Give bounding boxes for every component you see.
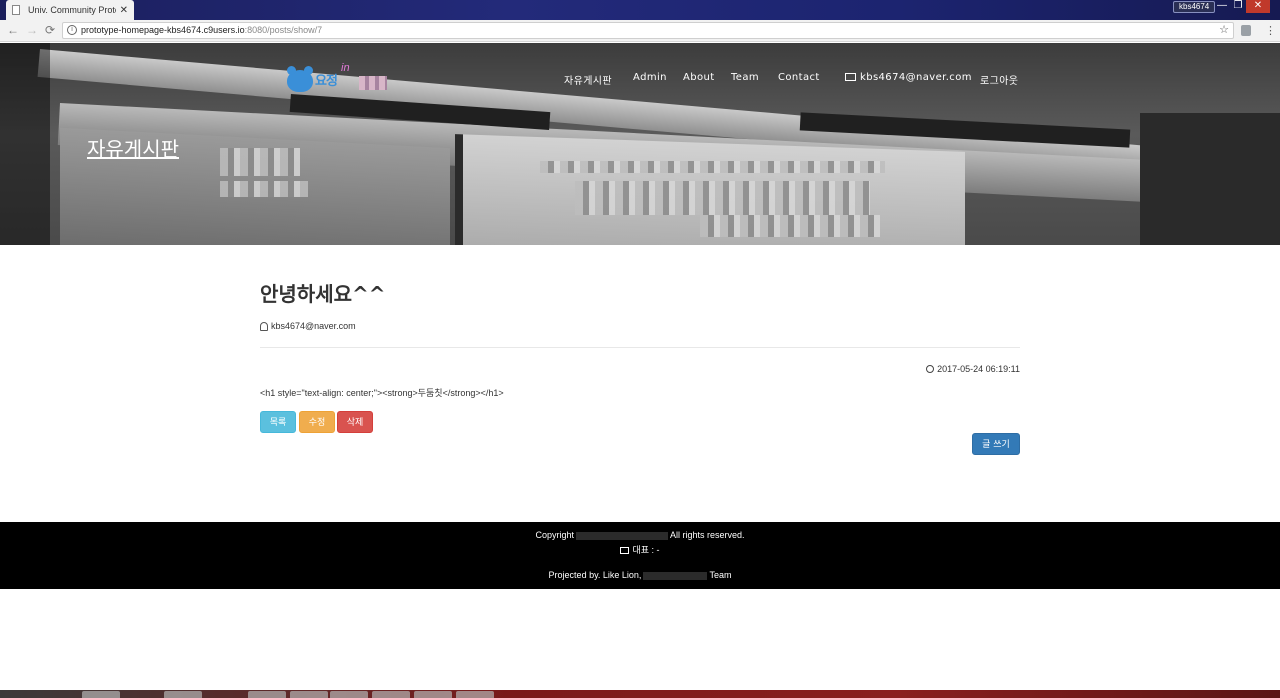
footer-projected: Projected by. Like Lion, Team — [0, 570, 1280, 580]
redacted-mosaic — [575, 181, 870, 215]
post-body: <h1 style="text-align: center;"><strong>… — [260, 388, 504, 398]
post-title: 안녕하세요^^ — [260, 282, 386, 306]
nav-item-admin[interactable]: Admin — [633, 72, 667, 83]
redacted-mosaic — [540, 161, 885, 173]
browser-menu-icon[interactable]: ⋮ — [1265, 24, 1276, 37]
representative-label: 대표 : - — [632, 545, 660, 555]
tab-title: Univ. Community Protot — [28, 5, 116, 15]
post-date: 2017-05-24 06:19:11 — [926, 364, 1020, 374]
nav-item-team[interactable]: Team — [731, 72, 759, 83]
taskbar-item[interactable] — [290, 691, 328, 698]
bear-logo-icon — [287, 66, 313, 92]
logo-scribble: in — [341, 62, 350, 74]
url-path: :8080/posts/show/7 — [244, 25, 323, 35]
divider — [260, 347, 1020, 348]
page-title[interactable]: 자유게시판 — [87, 133, 179, 162]
address-bar[interactable]: i prototype-homepage-kbs4674.c9users.io:… — [62, 22, 1234, 39]
minimize-button[interactable]: — — [1214, 0, 1230, 13]
envelope-open-icon — [620, 547, 630, 554]
nav-item-contact[interactable]: Contact — [778, 72, 820, 83]
edit-button[interactable]: 수정 — [299, 411, 335, 433]
redacted-text — [576, 531, 668, 540]
browser-toolbar: ← → ⟳ i prototype-homepage-kbs4674.c9use… — [0, 20, 1280, 42]
delete-button[interactable]: 삭제 — [337, 411, 373, 433]
taskbar-item[interactable] — [456, 691, 494, 698]
footer-representative: 대표 : - — [0, 543, 1280, 556]
post-author: kbs4674@naver.com — [260, 321, 356, 331]
taskbar-item[interactable] — [164, 691, 202, 698]
site-info-icon[interactable]: i — [67, 25, 77, 35]
footer-copyright: Copyright All rights reserved. — [0, 530, 1280, 540]
hero-background-shape — [0, 43, 50, 245]
clock-icon — [926, 365, 935, 373]
back-arrow-icon[interactable]: ← — [7, 23, 19, 37]
id-card-icon — [845, 73, 856, 81]
extension-icon[interactable] — [1241, 25, 1251, 36]
user-icon — [260, 321, 268, 331]
document-icon — [12, 5, 20, 15]
profile-badge[interactable]: kbs4674 — [1173, 1, 1216, 13]
hero-background-shape — [1140, 113, 1280, 245]
redacted-mosaic — [220, 181, 308, 197]
site-logo[interactable]: 요정 in — [287, 62, 392, 94]
window-titlebar: Univ. Community Protot ✕ kbs4674 — ❐ ✕ — [0, 0, 1280, 20]
copyright-label: Copyright — [535, 530, 574, 540]
os-taskbar — [0, 690, 1280, 698]
site-footer: Copyright All rights reserved. 대표 : - Pro… — [0, 522, 1280, 589]
nav-user-email: kbs4674@naver.com — [860, 72, 972, 83]
restore-button[interactable]: ❐ — [1230, 0, 1246, 13]
taskbar-item[interactable] — [414, 691, 452, 698]
nav-user-account[interactable]: kbs4674@naver.com — [845, 72, 972, 83]
redacted-text — [643, 571, 708, 580]
author-email: kbs4674@naver.com — [271, 321, 356, 331]
browser-tab[interactable]: Univ. Community Protot ✕ — [6, 0, 134, 20]
redacted-mosaic — [700, 215, 880, 237]
taskbar-item[interactable] — [82, 691, 120, 698]
redacted-mosaic — [359, 76, 387, 90]
redacted-mosaic — [220, 148, 300, 176]
projected-label: Projected by. Like Lion, — [548, 570, 642, 580]
close-window-button[interactable]: ✕ — [1246, 0, 1270, 13]
reload-icon[interactable]: ⟳ — [45, 23, 55, 37]
url-host: prototype-homepage-kbs4674.c9users.io — [81, 25, 245, 35]
window-controls: — ❐ ✕ — [1214, 0, 1270, 13]
nav-item-about[interactable]: About — [683, 72, 715, 83]
post-timestamp: 2017-05-24 06:19:11 — [937, 364, 1020, 374]
write-post-button[interactable]: 글 쓰기 — [972, 433, 1020, 455]
tab-close-icon[interactable]: ✕ — [120, 5, 128, 16]
rights-label: All rights reserved. — [670, 530, 745, 540]
taskbar-item[interactable] — [330, 691, 368, 698]
taskbar-item[interactable] — [248, 691, 286, 698]
bookmark-star-icon[interactable]: ☆ — [1219, 23, 1229, 38]
taskbar-item[interactable] — [372, 691, 410, 698]
logo-text: 요정 — [315, 73, 338, 88]
team-label: Team — [709, 570, 732, 580]
nav-item-logout[interactable]: 로그아웃 — [980, 72, 1018, 87]
nav-item-board[interactable]: 자유게시판 — [564, 72, 612, 87]
forward-arrow-icon[interactable]: → — [26, 23, 38, 37]
list-button[interactable]: 목록 — [260, 411, 296, 433]
